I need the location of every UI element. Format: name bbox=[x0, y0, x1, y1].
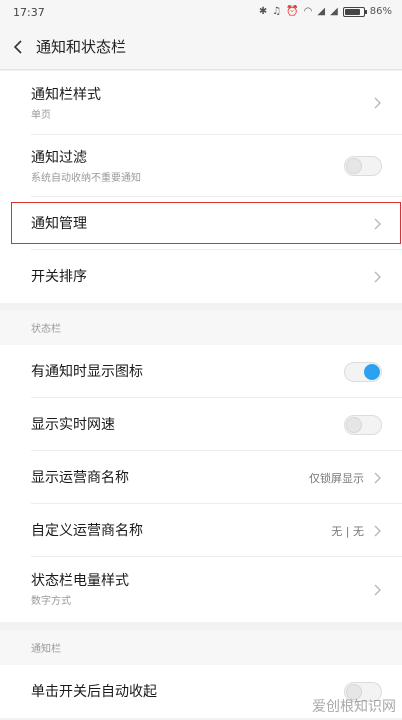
title-bar: 通知和状态栏 bbox=[0, 24, 402, 70]
row-label: 有通知时显示图标 bbox=[31, 363, 143, 380]
signal-icon: ◢ bbox=[330, 6, 338, 17]
row-value: 无 | 无 bbox=[331, 524, 364, 538]
row-notification-style[interactable]: 通知栏样式 单页 bbox=[0, 71, 402, 135]
row-battery-style[interactable]: 状态栏电量样式 数字方式 bbox=[0, 557, 402, 622]
battery-label: 86% bbox=[369, 6, 392, 17]
row-sublabel: 数字方式 bbox=[31, 596, 71, 607]
row-custom-carrier-name[interactable]: 自定义运营商名称 无 | 无 bbox=[0, 504, 402, 557]
chevron-right-icon bbox=[374, 97, 381, 109]
row-label: 状态栏电量样式 bbox=[31, 573, 129, 589]
row-label: 开关排序 bbox=[31, 268, 87, 285]
row-label: 单击开关后自动收起 bbox=[31, 683, 157, 700]
row-show-icon-on-notification[interactable]: 有通知时显示图标 bbox=[0, 345, 402, 398]
alarm-icon: ⏰ bbox=[286, 6, 299, 17]
wifi-icon: ◠ bbox=[303, 6, 313, 17]
settings-group-notification: 通知栏样式 单页 通知过滤 系统自动收纳不重要通知 通知管理 开关排序 bbox=[0, 71, 402, 303]
row-label: 通知过滤 bbox=[31, 149, 87, 166]
status-bar: 17:37 ✱ ♫ ⏰ ◠ ◢ ◢ 86% bbox=[0, 0, 402, 24]
page-title: 通知和状态栏 bbox=[36, 38, 127, 56]
chevron-left-icon bbox=[13, 39, 22, 54]
notification-filter-toggle[interactable] bbox=[344, 156, 382, 176]
row-value: 仅锁屏显示 bbox=[309, 471, 364, 485]
battery-level bbox=[344, 9, 361, 15]
row-notification-filter[interactable]: 通知过滤 系统自动收纳不重要通知 bbox=[0, 135, 402, 197]
row-notification-management[interactable]: 通知管理 bbox=[0, 197, 402, 250]
watermark: 爱创根知识网 bbox=[312, 699, 396, 715]
row-label: 显示运营商名称 bbox=[31, 469, 129, 486]
battery-icon bbox=[342, 7, 367, 17]
network-speed-toggle[interactable] bbox=[344, 414, 382, 435]
chevron-right-icon bbox=[374, 472, 381, 483]
chevron-right-icon bbox=[374, 218, 381, 229]
row-show-network-speed[interactable]: 显示实时网速 bbox=[0, 398, 402, 451]
mute-icon: ♫ bbox=[272, 6, 282, 17]
bluetooth-icon: ✱ bbox=[258, 6, 268, 17]
row-toggle-order[interactable]: 开关排序 bbox=[0, 250, 402, 303]
row-label: 显示实时网速 bbox=[31, 416, 115, 433]
row-sublabel: 系统自动收纳不重要通知 bbox=[31, 172, 141, 184]
status-icons: ✱ ♫ ⏰ ◠ ◢ ◢ 86% bbox=[259, 7, 392, 17]
section-header-notification-bar: 通知栏 bbox=[0, 630, 402, 665]
row-sublabel: 单页 bbox=[31, 109, 51, 121]
chevron-right-icon bbox=[374, 525, 381, 536]
row-show-carrier-name[interactable]: 显示运营商名称 仅锁屏显示 bbox=[0, 451, 402, 504]
show-icon-toggle[interactable] bbox=[344, 361, 382, 382]
signal-icon: ◢ bbox=[317, 6, 326, 17]
row-label: 通知管理 bbox=[31, 215, 87, 232]
settings-group-status-bar: 有通知时显示图标 显示实时网速 显示运营商名称 仅锁屏显示 自定义运营商名称 无… bbox=[0, 345, 402, 622]
chevron-right-icon bbox=[374, 271, 381, 282]
section-header-status-bar: 状态栏 bbox=[0, 310, 402, 345]
status-time: 17:37 bbox=[13, 5, 45, 19]
back-button[interactable] bbox=[0, 24, 36, 70]
row-label: 通知栏样式 bbox=[31, 86, 101, 103]
chevron-right-icon bbox=[374, 584, 381, 595]
row-label: 自定义运营商名称 bbox=[31, 522, 143, 539]
